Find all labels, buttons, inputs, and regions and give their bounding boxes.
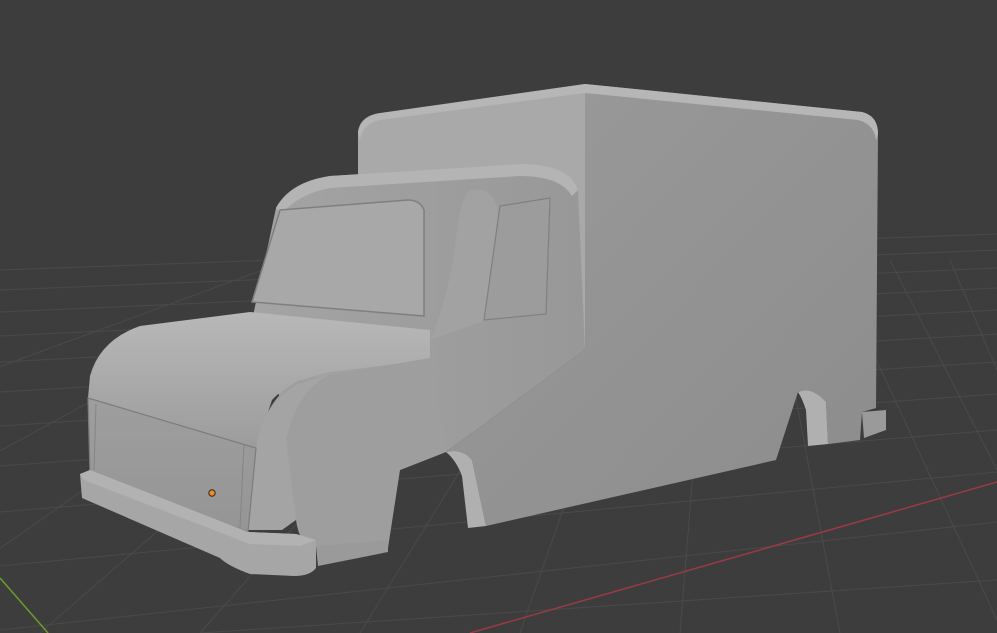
truck-body-mesh[interactable] bbox=[80, 84, 886, 576]
rear-step bbox=[862, 410, 886, 438]
3d-viewport[interactable] bbox=[0, 0, 997, 633]
windshield bbox=[251, 199, 425, 317]
object-origin-dot[interactable] bbox=[208, 489, 216, 497]
viewport-canvas[interactable] bbox=[0, 0, 997, 633]
y-axis-line bbox=[0, 577, 49, 633]
